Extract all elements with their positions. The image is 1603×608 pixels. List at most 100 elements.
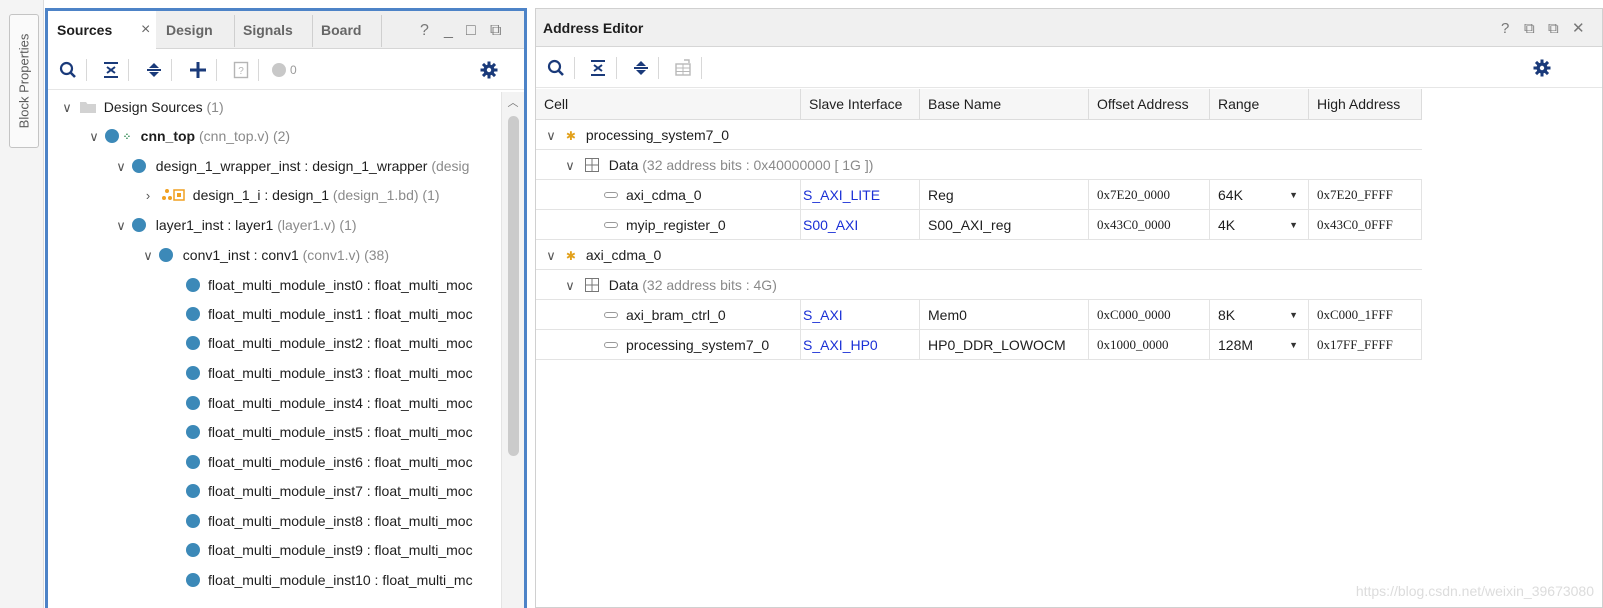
tree-row[interactable]: float_multi_module_inst10 : float_multi_…	[186, 565, 473, 595]
chevron-down-icon[interactable]: ∨	[114, 152, 128, 182]
column-header-range[interactable]: Range	[1210, 89, 1309, 120]
tree-row[interactable]: float_multi_module_inst9 : float_multi_m…	[186, 535, 473, 565]
tree-row[interactable]: ∨ ⁘ cnn_top (cnn_top.v) (2)	[87, 121, 290, 151]
table-row[interactable]: myip_register_0 S00_AXI S00_AXI_reg 0x43…	[536, 210, 1422, 240]
table-row[interactable]: ∨ ✱ axi_cdma_0	[536, 240, 1422, 270]
tab-signals[interactable]: Signals	[243, 11, 313, 49]
dropdown-arrow-icon[interactable]: ▼	[1289, 210, 1298, 240]
tree-row[interactable]: float_multi_module_inst6 : float_multi_m…	[186, 447, 473, 477]
errors-filter[interactable]: 0	[272, 59, 312, 81]
slave-interface-link[interactable]: S_AXI	[801, 300, 920, 330]
tree-scrollbar[interactable]: ︿	[501, 92, 524, 608]
auto-assign-address-icon[interactable]	[672, 57, 694, 79]
tree-row[interactable]: float_multi_module_inst5 : float_multi_m…	[186, 417, 473, 447]
range-select[interactable]: 8K ▼	[1210, 300, 1309, 330]
dropdown-arrow-icon[interactable]: ▼	[1289, 330, 1298, 360]
tree-row[interactable]: ∨ layer1_inst : layer1 (layer1.v) (1)	[114, 210, 356, 241]
help-icon[interactable]: ?	[1501, 9, 1509, 49]
help-icon[interactable]: ?	[420, 11, 429, 49]
chevron-down-icon[interactable]: ∨	[114, 211, 128, 241]
range-select[interactable]: 4K ▼	[1210, 210, 1309, 240]
tree-node-label: float_multi_module_inst1 : float_multi_m…	[208, 306, 473, 322]
expand-all-icon[interactable]	[630, 57, 652, 79]
tree-row[interactable]: float_multi_module_inst4 : float_multi_m…	[186, 388, 473, 418]
offset-address-field[interactable]: 0x1000_0000	[1089, 330, 1210, 360]
block-properties-tab-label: Block Properties	[16, 33, 32, 129]
column-header-base-name[interactable]: Base Name	[920, 89, 1089, 120]
tab-board[interactable]: Board	[321, 11, 381, 49]
offset-address-field[interactable]: 0x7E20_0000	[1089, 180, 1210, 210]
slave-interface-link[interactable]: S_AXI_HP0	[801, 330, 920, 360]
chevron-down-icon[interactable]: ∨	[60, 93, 74, 123]
float-icon[interactable]: ⧉	[1548, 9, 1559, 49]
expand-all-icon[interactable]	[143, 59, 165, 81]
chevron-down-icon[interactable]: ∨	[544, 121, 558, 151]
table-row[interactable]: ∨ Data (32 address bits : 0x40000000 [ 1…	[536, 150, 1422, 180]
tree-node-suffix: (cnn_top.v) (2)	[199, 128, 291, 144]
table-row[interactable]: processing_system7_0 S_AXI_HP0 HP0_DDR_L…	[536, 330, 1422, 360]
tree-row[interactable]: float_multi_module_inst7 : float_multi_m…	[186, 476, 473, 506]
table-row[interactable]: ∨ Data (32 address bits : 4G)	[536, 270, 1422, 300]
minimize-icon[interactable]: _	[444, 11, 453, 49]
chevron-down-icon[interactable]: ∨	[563, 271, 577, 301]
column-header-offset-address[interactable]: Offset Address	[1089, 89, 1210, 120]
tree-row[interactable]: float_multi_module_inst2 : float_multi_m…	[186, 328, 473, 358]
row-cell-name: axi_cdma_0	[536, 180, 801, 210]
restore-icon[interactable]: ⧉	[1524, 9, 1535, 49]
chevron-down-icon[interactable]: ∨	[87, 122, 101, 152]
tab-divider	[312, 15, 313, 47]
dropdown-arrow-icon[interactable]: ▼	[1289, 300, 1298, 330]
table-row[interactable]: ∨ ✱ processing_system7_0	[536, 120, 1422, 150]
column-header-cell[interactable]: Cell	[536, 89, 801, 120]
table-row[interactable]: axi_bram_ctrl_0 S_AXI Mem0 0xC000_0000 8…	[536, 300, 1422, 330]
maximize-icon[interactable]: □	[466, 11, 476, 49]
gear-icon[interactable]	[1531, 57, 1553, 79]
dropdown-arrow-icon[interactable]: ▼	[1289, 180, 1298, 210]
tree-row[interactable]: ∨ Design Sources (1)	[60, 92, 223, 123]
tree-row[interactable]: ∨ design_1_wrapper_inst : design_1_wrapp…	[114, 151, 469, 181]
module-dot-icon	[104, 129, 119, 143]
row-cell-name: axi_bram_ctrl_0	[536, 300, 801, 330]
column-header-high-address[interactable]: High Address	[1309, 89, 1422, 120]
range-select[interactable]: 128M ▼	[1210, 330, 1309, 360]
block-properties-tab[interactable]: Block Properties	[9, 14, 39, 148]
module-dot-icon	[186, 278, 200, 292]
collapse-all-icon[interactable]	[587, 57, 609, 79]
scroll-up-icon[interactable]: ︿	[502, 94, 524, 110]
chevron-right-icon[interactable]: ›	[141, 181, 155, 211]
cell-label: Data	[608, 157, 639, 173]
chevron-down-icon[interactable]: ∨	[544, 241, 558, 271]
close-icon[interactable]: ✕	[1572, 9, 1585, 49]
chevron-down-icon[interactable]: ∨	[141, 241, 155, 271]
gear-icon[interactable]	[478, 59, 500, 81]
offset-address-field[interactable]: 0x43C0_0000	[1089, 210, 1210, 240]
range-select[interactable]: 64K ▼	[1210, 180, 1309, 210]
tree-node-suffix: (desig	[431, 158, 470, 174]
tree-row[interactable]: float_multi_module_inst8 : float_multi_m…	[186, 506, 473, 536]
tab-close-icon[interactable]: ×	[141, 11, 150, 49]
module-dot-icon	[186, 366, 200, 380]
tree-row[interactable]: › design_1_i : design_1 (design_1.bd) (1…	[141, 180, 440, 210]
collapse-all-icon[interactable]	[100, 59, 122, 81]
float-icon[interactable]: ⧉	[490, 11, 501, 49]
tab-design[interactable]: Design	[166, 11, 234, 49]
search-icon[interactable]	[545, 57, 567, 79]
properties-icon[interactable]: ?	[230, 59, 252, 81]
high-address-cell: 0x17FF_FFFF	[1309, 330, 1422, 360]
slave-interface-link[interactable]: S00_AXI	[801, 210, 920, 240]
search-icon[interactable]	[57, 59, 79, 81]
offset-address-field[interactable]: 0xC000_0000	[1089, 300, 1210, 330]
chevron-down-icon[interactable]: ∨	[563, 151, 577, 181]
column-header-slave-interface[interactable]: Slave Interface	[801, 89, 920, 120]
tree-row[interactable]: ∨ conv1_inst : conv1 (conv1.v) (38)	[141, 240, 389, 270]
tree-node-label: Design Sources	[103, 99, 203, 115]
tree-row[interactable]: float_multi_module_inst1 : float_multi_m…	[186, 299, 473, 329]
slave-interface-link[interactable]: S_AXI_LITE	[801, 180, 920, 210]
tree-row[interactable]: float_multi_module_inst0 : float_multi_m…	[186, 270, 473, 300]
scrollbar-thumb[interactable]	[508, 116, 519, 456]
table-row[interactable]: axi_cdma_0 S_AXI_LITE Reg 0x7E20_0000 64…	[536, 180, 1422, 210]
module-dot-icon	[131, 159, 146, 173]
add-sources-icon[interactable]	[187, 59, 209, 81]
tab-sources[interactable]: Sources ×	[48, 11, 156, 50]
tree-row[interactable]: float_multi_module_inst3 : float_multi_m…	[186, 358, 473, 388]
